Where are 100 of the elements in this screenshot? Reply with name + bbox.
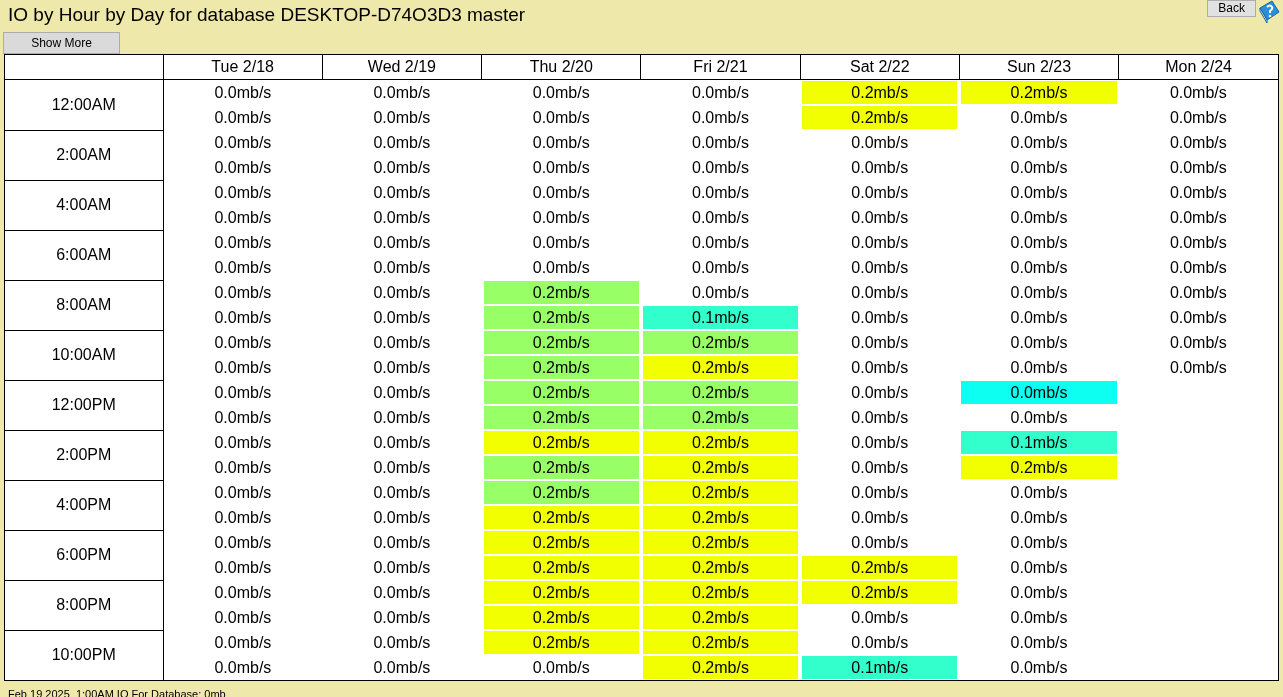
rate-cell-text: 0.0mb/s xyxy=(691,158,750,178)
rate-cell-text: 0.0mb/s xyxy=(691,283,750,303)
rate-cell: 0.2mb/s xyxy=(483,481,639,504)
rate-cell-text: 0.0mb/s xyxy=(372,308,432,328)
rate-cell-text: 0.0mb/s xyxy=(850,358,910,378)
rate-cell-text: 0.0mb/s xyxy=(213,283,273,303)
rate-cell-text: 0.0mb/s xyxy=(850,408,910,428)
rate-cell: 0.2mb/s xyxy=(642,431,799,454)
rate-cell-text: 0.0mb/s xyxy=(213,458,273,478)
time-label: 8:00PM xyxy=(5,580,163,630)
rate-cell: 0.2mb/s xyxy=(802,556,958,579)
rate-cell-text: 0.0mb/s xyxy=(531,658,591,678)
rate-cell-text: 0.0mb/s xyxy=(213,208,273,228)
time-label: 6:00AM xyxy=(5,230,163,280)
day-header: Fri 2/21 xyxy=(640,55,801,80)
rate-cell: 0.2mb/s xyxy=(483,556,639,579)
rate-cell-text: 0.0mb/s xyxy=(1168,358,1228,378)
rate-cell: 0.2mb/s xyxy=(642,381,799,404)
rate-cell: 0.2mb/s xyxy=(802,581,958,604)
rate-cell-text: 0.0mb/s xyxy=(213,433,273,453)
rate-cell-text: 0.0mb/s xyxy=(1009,158,1069,178)
rate-cell-text: 0.0mb/s xyxy=(1009,658,1069,678)
rate-cell-text: 0.0mb/s xyxy=(691,208,750,228)
rate-cell-text: 0.0mb/s xyxy=(1009,483,1069,503)
day-header: Sat 2/22 xyxy=(800,55,960,80)
rate-cell-text: 0.0mb/s xyxy=(1009,358,1069,378)
day-header: Wed 2/19 xyxy=(322,55,482,80)
day-header: Tue 2/18 xyxy=(163,55,323,80)
rate-cell: 0.2mb/s xyxy=(483,631,639,654)
show-more-button[interactable]: Show More xyxy=(3,32,120,54)
rate-cell: 0.1mb/s xyxy=(802,656,958,679)
rate-cell-text: 0.0mb/s xyxy=(1009,233,1069,253)
rate-cell-text: 0.0mb/s xyxy=(850,208,910,228)
page-title: IO by Hour by Day for database DESKTOP-D74O3D3 master xyxy=(8,3,526,27)
rate-cell: 0.2mb/s xyxy=(642,331,799,354)
rate-cell-text: 0.0mb/s xyxy=(850,158,910,178)
rate-cell-text: 0.0mb/s xyxy=(691,258,750,278)
rate-cell: 0.2mb/s xyxy=(642,481,799,504)
rate-cell-text: 0.0mb/s xyxy=(531,208,591,228)
rate-cell: 0.2mb/s xyxy=(642,606,799,629)
time-label: 10:00AM xyxy=(5,330,163,380)
rate-cell-text: 0.0mb/s xyxy=(1168,258,1228,278)
rate-cell: 0.2mb/s xyxy=(483,581,639,604)
rate-cell-text: 0.0mb/s xyxy=(213,108,273,128)
rate-cell-text: 0.0mb/s xyxy=(213,658,273,678)
rate-cell-text: 0.0mb/s xyxy=(531,158,591,178)
help-book-icon[interactable] xyxy=(1257,0,1281,24)
rate-cell-text: 0.0mb/s xyxy=(531,108,591,128)
rate-cell-text: 0.0mb/s xyxy=(372,133,432,153)
time-label: 12:00AM xyxy=(5,79,163,130)
rate-cell-text: 0.0mb/s xyxy=(372,208,432,228)
rate-cell-text: 0.0mb/s xyxy=(372,108,432,128)
rate-cell-text: 0.0mb/s xyxy=(850,233,910,253)
day-header: Thu 2/20 xyxy=(481,55,641,80)
rate-cell-text: 0.0mb/s xyxy=(372,558,432,578)
rate-cell-text: 0.0mb/s xyxy=(213,83,273,103)
rate-cell-text: 0.0mb/s xyxy=(850,533,910,553)
rate-cell: 0.2mb/s xyxy=(483,456,639,479)
rate-cell: 0.2mb/s xyxy=(642,456,799,479)
rate-cell-text: 0.0mb/s xyxy=(1009,258,1069,278)
rate-cell-text: 0.0mb/s xyxy=(1009,333,1069,353)
rate-cell-text: 0.0mb/s xyxy=(372,183,432,203)
rate-cell-text: 0.0mb/s xyxy=(691,133,750,153)
rate-cell: 0.2mb/s xyxy=(642,631,799,654)
rate-cell: 0.2mb/s xyxy=(642,581,799,604)
rate-cell-text: 0.0mb/s xyxy=(1009,108,1069,128)
rate-cell: 0.2mb/s xyxy=(642,506,799,529)
rate-cell-text: 0.0mb/s xyxy=(850,283,910,303)
rate-cell-text: 0.0mb/s xyxy=(372,408,432,428)
rate-cell-text: 0.0mb/s xyxy=(1168,208,1228,228)
rate-cell-text: 0.0mb/s xyxy=(1168,233,1228,253)
rate-cell-text: 0.0mb/s xyxy=(1009,533,1069,553)
rate-cell: 0.0mb/s xyxy=(961,381,1117,404)
rate-cell-text: 0.0mb/s xyxy=(372,458,432,478)
rate-cell-text: 0.0mb/s xyxy=(213,483,273,503)
rate-cell: 0.2mb/s xyxy=(642,356,799,379)
rate-cell: 0.2mb/s xyxy=(483,606,639,629)
rate-cell-text: 0.0mb/s xyxy=(1009,558,1069,578)
rate-cell-text: 0.0mb/s xyxy=(531,258,591,278)
rate-cell: 0.2mb/s xyxy=(642,656,799,679)
rate-cell-text: 0.0mb/s xyxy=(1168,83,1228,103)
rate-cell-text: 0.0mb/s xyxy=(1168,183,1228,203)
rate-cell: 0.2mb/s xyxy=(483,531,639,554)
day-header: Mon 2/24 xyxy=(1118,55,1278,80)
rate-cell-text: 0.0mb/s xyxy=(1009,308,1069,328)
rate-cell-text: 0.0mb/s xyxy=(531,83,591,103)
rate-cell-text: 0.0mb/s xyxy=(850,333,910,353)
rate-cell-text: 0.0mb/s xyxy=(213,558,273,578)
back-button[interactable]: Back xyxy=(1207,0,1256,17)
rate-cell: 0.1mb/s xyxy=(642,306,799,329)
rate-cell-text: 0.0mb/s xyxy=(1168,308,1228,328)
rate-cell-text: 0.0mb/s xyxy=(213,183,273,203)
rate-cell-text: 0.0mb/s xyxy=(213,533,273,553)
rate-cell-text: 0.0mb/s xyxy=(850,183,910,203)
rate-cell: 0.2mb/s xyxy=(483,306,639,329)
rate-cell: 0.2mb/s xyxy=(483,281,639,304)
rate-cell-text: 0.0mb/s xyxy=(1009,133,1069,153)
rate-cell-text: 0.0mb/s xyxy=(213,233,273,253)
rate-cell-text: 0.0mb/s xyxy=(213,408,273,428)
rate-cell-text: 0.0mb/s xyxy=(850,508,910,528)
